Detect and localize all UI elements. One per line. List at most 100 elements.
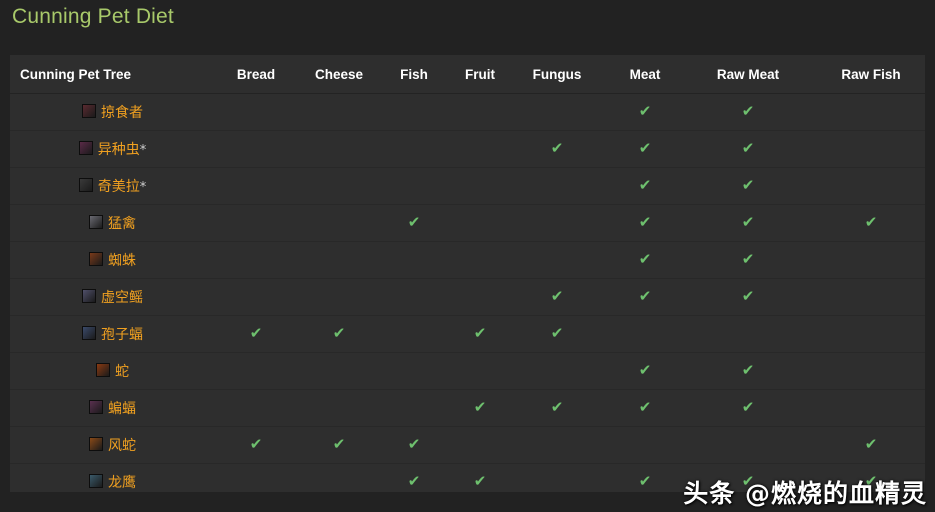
diet-cell-fruit bbox=[447, 130, 513, 168]
pet-name-link[interactable]: 风蛇 bbox=[108, 435, 136, 455]
check-icon: ✔ bbox=[638, 176, 652, 194]
diet-cell-fruit bbox=[447, 204, 513, 242]
diet-cell-cheese bbox=[297, 389, 381, 427]
diet-cell-fungus bbox=[513, 167, 601, 205]
diet-cell-fish bbox=[381, 167, 447, 205]
pet-name-link[interactable]: 蝙蝠 bbox=[108, 398, 136, 418]
pet-name-cell: 猛禽 bbox=[10, 204, 215, 242]
check-icon: ✔ bbox=[332, 435, 346, 453]
column-header-fruit[interactable]: Fruit bbox=[447, 55, 513, 94]
diet-cell-fungus: ✔ bbox=[513, 130, 601, 168]
diet-cell-meat: ✔ bbox=[601, 389, 689, 427]
table-row: 蝙蝠 ✔ ✔ ✔ ✔ bbox=[10, 389, 925, 427]
column-header-fish[interactable]: Fish bbox=[381, 55, 447, 94]
pet-diet-table-container: Cunning Pet Tree Bread Cheese Fish Fruit… bbox=[10, 55, 925, 492]
pet-diet-table: Cunning Pet Tree Bread Cheese Fish Fruit… bbox=[10, 55, 925, 492]
diet-cell-fungus bbox=[513, 463, 601, 492]
diet-cell-bread bbox=[215, 130, 297, 168]
check-icon: ✔ bbox=[407, 435, 421, 453]
pet-name-link[interactable]: 龙鹰 bbox=[108, 472, 136, 492]
diet-cell-cheese bbox=[297, 241, 381, 279]
diet-cell-fruit: ✔ bbox=[447, 389, 513, 427]
column-header-bread[interactable]: Bread bbox=[215, 55, 297, 94]
diet-cell-fruit bbox=[447, 167, 513, 205]
pet-name-cell: 奇美拉* bbox=[10, 167, 215, 205]
diet-cell-cheese bbox=[297, 278, 381, 316]
table-row: 奇美拉* ✔ ✔ bbox=[10, 167, 925, 205]
diet-cell-fish bbox=[381, 93, 447, 131]
pet-icon-silithid bbox=[78, 141, 93, 155]
diet-cell-cheese bbox=[297, 352, 381, 390]
diet-cell-raw_fish: ✔ bbox=[807, 426, 925, 464]
diet-cell-cheese bbox=[297, 204, 381, 242]
diet-cell-fruit bbox=[447, 426, 513, 464]
diet-cell-cheese bbox=[297, 167, 381, 205]
check-icon: ✔ bbox=[638, 398, 652, 416]
check-icon: ✔ bbox=[741, 213, 755, 231]
diet-cell-bread bbox=[215, 389, 297, 427]
diet-cell-bread: ✔ bbox=[215, 315, 297, 353]
check-icon: ✔ bbox=[638, 139, 652, 157]
diet-cell-fish bbox=[381, 315, 447, 353]
diet-cell-fruit bbox=[447, 352, 513, 390]
diet-cell-raw_fish bbox=[807, 278, 925, 316]
diet-cell-raw_meat: ✔ bbox=[689, 93, 807, 131]
pet-name-link[interactable]: 猛禽 bbox=[108, 213, 136, 233]
check-icon: ✔ bbox=[864, 435, 878, 453]
check-icon: ✔ bbox=[741, 102, 755, 120]
diet-cell-fish: ✔ bbox=[381, 463, 447, 492]
check-icon: ✔ bbox=[638, 213, 652, 231]
column-header-raw-meat[interactable]: Raw Meat bbox=[689, 55, 807, 94]
pet-name-link[interactable]: 掠食者 bbox=[101, 102, 143, 122]
pet-icon-sporebat bbox=[82, 326, 96, 340]
column-header-raw-fish[interactable]: Raw Fish bbox=[807, 55, 925, 94]
diet-cell-raw_meat bbox=[689, 315, 807, 353]
pet-name-cell: 蜘蛛 bbox=[10, 241, 215, 279]
diet-cell-bread bbox=[215, 167, 297, 205]
column-header-meat[interactable]: Meat bbox=[601, 55, 689, 94]
check-icon: ✔ bbox=[638, 361, 652, 379]
column-header-name[interactable]: Cunning Pet Tree bbox=[10, 55, 215, 94]
diet-cell-fish bbox=[381, 389, 447, 427]
check-icon: ✔ bbox=[638, 287, 652, 305]
pet-name-cell: 龙鹰 bbox=[10, 463, 215, 492]
column-header-fungus[interactable]: Fungus bbox=[513, 55, 601, 94]
diet-cell-meat: ✔ bbox=[601, 463, 689, 492]
pet-icon-chimaera bbox=[78, 178, 93, 192]
diet-cell-cheese bbox=[297, 463, 381, 492]
table-row: 猛禽 ✔ ✔ ✔ ✔ bbox=[10, 204, 925, 242]
table-row: 虚空鳐 ✔ ✔ ✔ bbox=[10, 278, 925, 316]
pet-name-link[interactable]: 奇美拉* bbox=[98, 176, 147, 196]
diet-cell-meat bbox=[601, 315, 689, 353]
diet-cell-raw_meat: ✔ bbox=[689, 278, 807, 316]
check-icon: ✔ bbox=[550, 324, 564, 342]
diet-cell-bread bbox=[215, 278, 297, 316]
diet-cell-raw_fish: ✔ bbox=[807, 204, 925, 242]
diet-cell-raw_meat: ✔ bbox=[689, 167, 807, 205]
diet-cell-fish: ✔ bbox=[381, 204, 447, 242]
pet-icon-wind-serpent bbox=[89, 437, 103, 451]
check-icon: ✔ bbox=[550, 398, 564, 416]
table-header-row: Cunning Pet Tree Bread Cheese Fish Fruit… bbox=[10, 55, 925, 94]
diet-cell-meat: ✔ bbox=[601, 352, 689, 390]
pet-name-link[interactable]: 孢子蝠 bbox=[101, 324, 143, 344]
diet-cell-fish: ✔ bbox=[381, 426, 447, 464]
pet-name-link[interactable]: 异种虫* bbox=[98, 139, 147, 159]
diet-cell-fungus bbox=[513, 241, 601, 279]
check-icon: ✔ bbox=[741, 176, 755, 194]
column-header-cheese[interactable]: Cheese bbox=[297, 55, 381, 94]
pet-name-link[interactable]: 虚空鳐 bbox=[101, 287, 143, 307]
diet-cell-raw_fish bbox=[807, 93, 925, 131]
pet-name-cell: 孢子蝠 bbox=[10, 315, 215, 353]
table-row: 孢子蝠 ✔ ✔ ✔ ✔ bbox=[10, 315, 925, 353]
diet-cell-fungus bbox=[513, 93, 601, 131]
diet-cell-raw_fish bbox=[807, 167, 925, 205]
pet-name-link[interactable]: 蜘蛛 bbox=[108, 250, 136, 270]
pet-name-link[interactable]: 蛇 bbox=[115, 361, 129, 381]
check-icon: ✔ bbox=[407, 213, 421, 231]
diet-cell-fish bbox=[381, 278, 447, 316]
diet-cell-raw_fish bbox=[807, 315, 925, 353]
page-title: Cunning Pet Diet bbox=[12, 5, 174, 28]
check-icon: ✔ bbox=[249, 435, 263, 453]
diet-cell-raw_meat: ✔ bbox=[689, 241, 807, 279]
